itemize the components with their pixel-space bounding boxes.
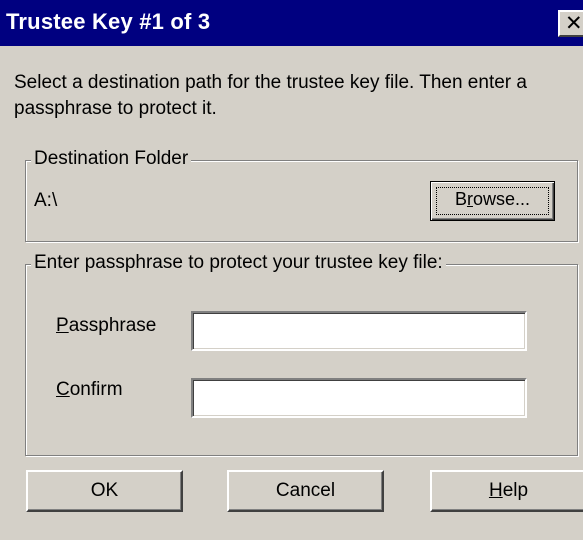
close-icon: ✕ (565, 11, 583, 35)
passphrase-input[interactable] (191, 311, 527, 351)
help-button[interactable]: Help (430, 470, 583, 512)
window-title: Trustee Key #1 of 3 (6, 9, 211, 34)
destination-folder-group: Destination Folder A:\ Browse... (25, 148, 578, 242)
browse-button[interactable]: Browse... (430, 181, 555, 221)
destination-folder-legend: Destination Folder (31, 148, 192, 170)
instruction-text: Select a destination path for the truste… (14, 72, 527, 119)
ok-button-label: OK (90, 480, 119, 501)
confirm-label: Confirm (56, 379, 123, 400)
passphrase-group-legend: Enter passphrase to protect your trustee… (31, 252, 446, 274)
title-bar[interactable]: Trustee Key #1 of 3 ✕ (0, 0, 583, 46)
trustee-key-dialog: Trustee Key #1 of 3 ✕ Select a destinati… (0, 0, 583, 540)
passphrase-label: Passphrase (56, 315, 157, 336)
browse-button-label: Browse... (454, 189, 531, 209)
close-button[interactable]: ✕ (558, 10, 583, 37)
passphrase-group: Enter passphrase to protect your trustee… (25, 252, 578, 456)
help-button-label: Help (488, 480, 529, 501)
cancel-button[interactable]: Cancel (227, 470, 384, 512)
confirm-passphrase-input[interactable] (191, 378, 527, 418)
destination-path: A:\ (34, 190, 58, 211)
ok-button[interactable]: OK (26, 470, 183, 512)
cancel-button-label: Cancel (275, 480, 336, 501)
